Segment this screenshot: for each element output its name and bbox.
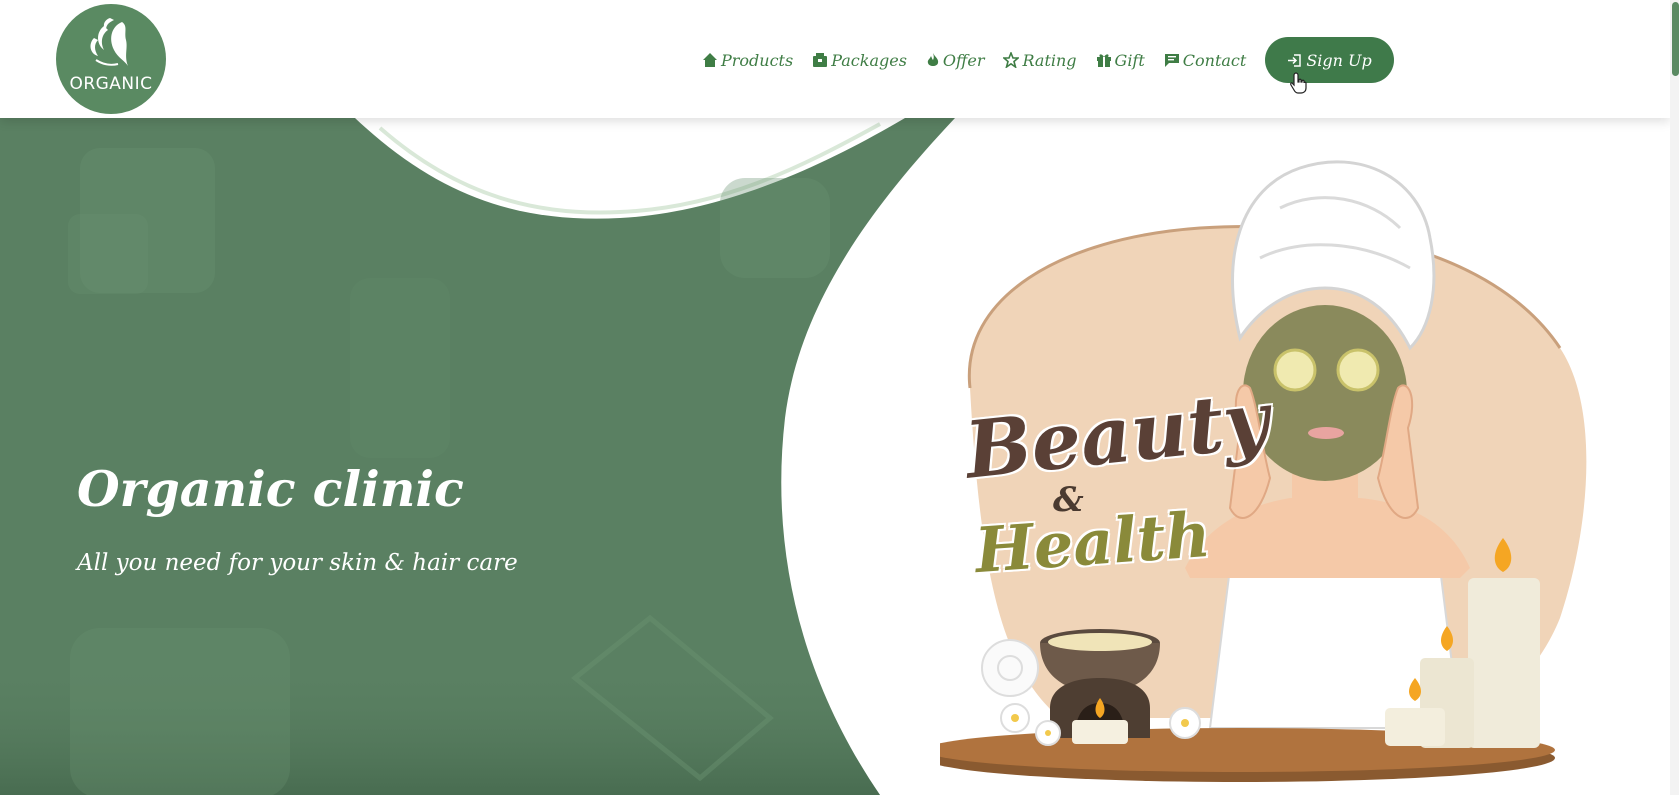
star-icon (1003, 52, 1020, 68)
leaf-face-icon (90, 18, 128, 66)
nav-item-packages[interactable]: Packages (812, 51, 907, 70)
message-icon (1164, 54, 1179, 67)
home-icon (703, 53, 717, 67)
sign-up-button[interactable]: Sign Up (1265, 37, 1394, 83)
nav-item-label: Gift (1114, 50, 1145, 70)
logo-text: ORGANIC (69, 74, 153, 94)
hero-section: Organic clinic All you need for your ski… (0, 118, 1670, 795)
box-icon (813, 53, 828, 67)
hero-subtitle: All you need for your skin & hair care (77, 550, 518, 576)
nav-item-gift[interactable]: Gift (1096, 51, 1145, 70)
nav-item-contact[interactable]: Contact (1164, 50, 1247, 70)
organic-logo[interactable]: ORGANIC (56, 4, 166, 114)
scrollbar-thumb[interactable] (1672, 2, 1679, 76)
hero-title: Organic clinic (77, 460, 464, 518)
gift-icon (1096, 54, 1111, 67)
nav-item-label: Products (721, 50, 794, 70)
nav-item-label: Rating (1022, 50, 1077, 70)
flame-icon (927, 53, 939, 66)
page-scrollbar[interactable] (1670, 0, 1679, 795)
sign-up-label: Sign Up (1306, 50, 1372, 70)
nav-item-offer[interactable]: Offer (926, 50, 985, 70)
sign-in-icon (1288, 53, 1302, 67)
hand-cursor-icon (1290, 72, 1307, 94)
nav-item-label: Contact (1182, 50, 1247, 70)
site-header: ORGANIC Products Packages Offer Rating G… (0, 0, 1670, 118)
nav-item-label: Offer (942, 50, 985, 70)
nav-item-label: Packages (831, 50, 907, 70)
nav-item-products[interactable]: Products (702, 51, 793, 70)
nav-item-rating[interactable]: Rating (1003, 50, 1077, 70)
